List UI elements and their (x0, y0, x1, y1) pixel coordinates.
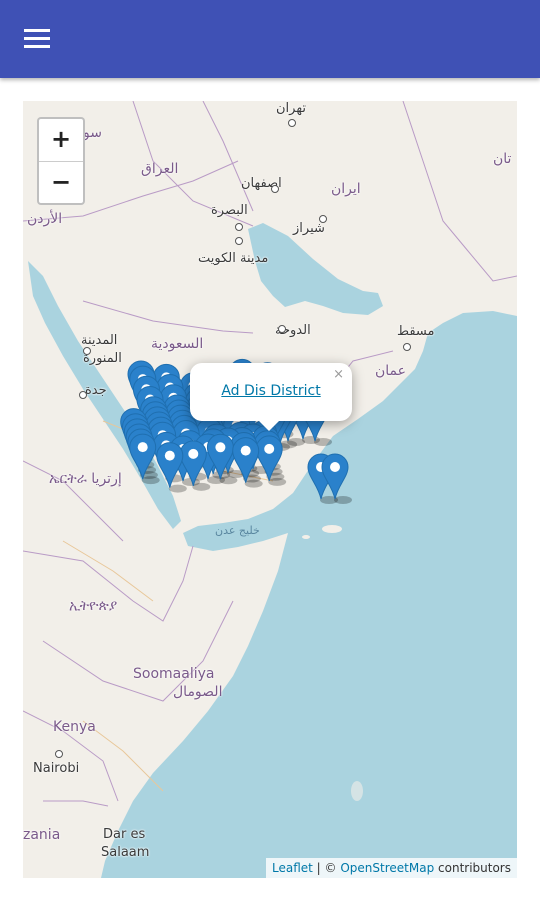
osm-link[interactable]: OpenStreetMap (340, 861, 434, 875)
popup-district-link[interactable]: Ad Dis District (190, 383, 352, 399)
hamburger-menu-icon[interactable] (24, 27, 54, 51)
zoom-control: + − (37, 117, 85, 205)
attribution-contributors: contributors (434, 861, 511, 875)
popup-close-button[interactable]: × (333, 367, 344, 382)
marker-popup: × Ad Dis District (190, 363, 352, 431)
zoom-out-button[interactable]: − (39, 162, 83, 204)
map-view[interactable]: تهران سو العراق تان اصفهان ایران البصرة … (23, 101, 517, 878)
leaflet-link[interactable]: Leaflet (272, 861, 313, 875)
map-attribution: Leaflet | © OpenStreetMap contributors (266, 858, 517, 878)
app-bar (0, 0, 540, 78)
attribution-separator: | © (312, 861, 341, 875)
zoom-in-button[interactable]: + (39, 119, 83, 162)
marker-layer (120, 358, 352, 504)
